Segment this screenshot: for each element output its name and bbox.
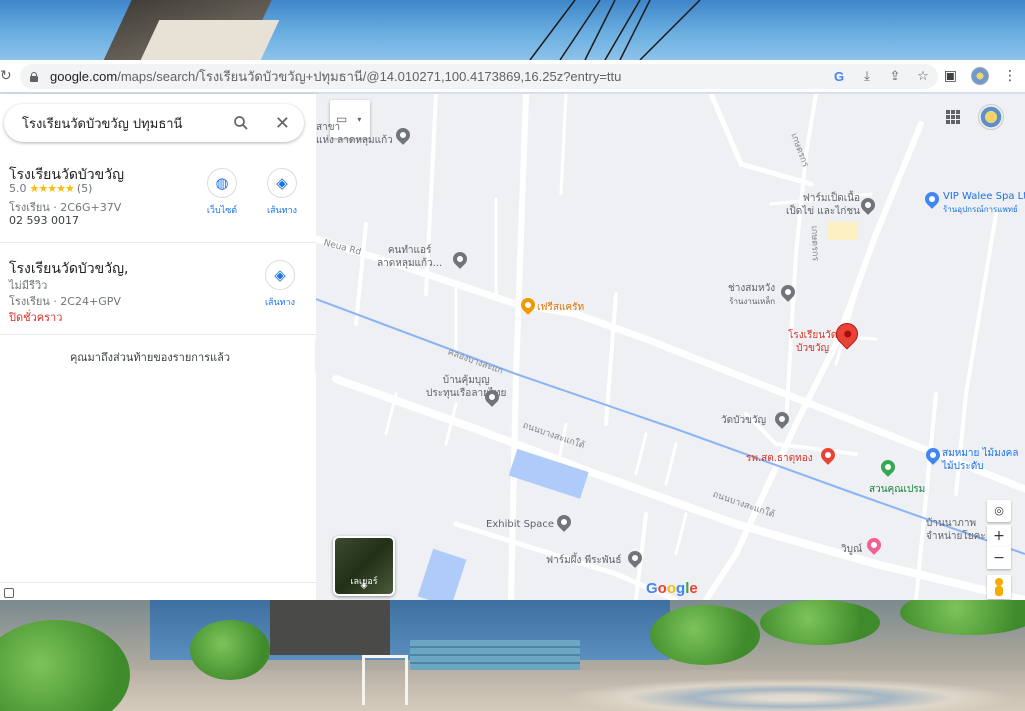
directions-icon[interactable]: ◈ xyxy=(265,260,295,290)
layers-icon: ◈ เลเยอร์ xyxy=(350,577,378,591)
map-label[interactable]: ฟาร์มเป็ดเนื้อ เป็ดไข่ และไก่ชน xyxy=(786,192,860,218)
result-phone: 02 593 0017 xyxy=(9,214,79,227)
google-lens-icon[interactable]: G xyxy=(832,69,846,84)
google-logo: Google xyxy=(646,580,698,597)
checkbox[interactable] xyxy=(4,588,14,598)
map-label[interactable]: Exhibit Space xyxy=(486,518,554,531)
profile-avatar[interactable] xyxy=(971,67,989,85)
address-bar[interactable]: google.com/maps/search/โรงเรียนวัดบัวขวั… xyxy=(20,64,938,89)
map-label[interactable]: VIP Walee Spa Lt ร้านอุปกรณ์การแพทย์ xyxy=(943,190,1025,216)
end-of-list-text: คุณมาถึงส่วนท้ายของรายการแล้ว xyxy=(69,351,231,364)
background-photo-bottom xyxy=(0,600,1025,711)
result-rating: 5.0 ★★★★★ (5) xyxy=(9,182,93,195)
website-icon[interactable]: ◍ xyxy=(207,168,237,198)
my-location-icon[interactable]: ◎ xyxy=(987,500,1011,522)
search-box[interactable]: ✕ xyxy=(4,104,304,142)
map-label[interactable]: คนทำแอร์ ลาดหลุมแก้ว... xyxy=(377,244,442,270)
results-sidebar: ✕ โรงเรียนวัดบัวขวัญ 5.0★★★★★(5) โรงเรีย… xyxy=(0,94,316,600)
map-label[interactable]: วัดบัวขวัญ xyxy=(721,414,766,427)
map-label[interactable]: ฟาร์มผึ้ง พีระพันธ์ xyxy=(546,554,621,567)
reload-icon[interactable]: ↻ xyxy=(0,68,12,84)
map-label-selected[interactable]: โรงเรียนวัด บัวขวัญ xyxy=(788,329,837,355)
map-label[interactable]: วิบูณ์ xyxy=(841,543,862,556)
map-roads xyxy=(316,94,1025,600)
avatar[interactable] xyxy=(978,104,1004,130)
apps-icon[interactable] xyxy=(946,110,960,124)
result-item[interactable]: โรงเรียนวัดบัวขวัญ 5.0 ★★★★★ (5) โรงเรียน … xyxy=(0,150,316,243)
install-icon[interactable]: ⤓ xyxy=(860,69,874,84)
layers-button[interactable]: ◈ เลเยอร์ xyxy=(333,536,395,596)
road-label: เกษตรกร xyxy=(808,225,820,262)
directions-icon[interactable]: ◈ xyxy=(267,168,297,198)
tree-photo xyxy=(760,600,880,645)
star-icon[interactable]: ☆ xyxy=(916,69,930,84)
directions-button[interactable]: ◈ เส้นทาง xyxy=(250,260,310,309)
directions-button[interactable]: ◈ เส้นทาง xyxy=(252,168,312,217)
zoom-out-button[interactable]: − xyxy=(987,547,1011,569)
map-label[interactable]: สาขา แห่ง ลาดหลุมแก้ว xyxy=(316,121,393,147)
floor-painting-photo xyxy=(560,678,1020,711)
search-input[interactable] xyxy=(22,115,222,131)
map-label[interactable]: เฟรีสแครัท xyxy=(537,301,584,314)
sidebar-footer xyxy=(0,582,316,600)
tree-photo xyxy=(190,620,270,680)
map-label[interactable]: บ้านนาภาพ จำหน่ายโยคะ xyxy=(926,517,986,543)
lock-icon[interactable] xyxy=(28,71,40,83)
browser-toolbar: ↻ google.com/maps/search/โรงเรียนวัดบัวข… xyxy=(0,60,1025,93)
pegman-icon[interactable] xyxy=(987,575,1011,599)
status-badge: ปิดชั่วคราว xyxy=(9,311,63,324)
white-stool-photo xyxy=(362,655,408,705)
tree-photo xyxy=(900,600,1025,635)
tree-photo xyxy=(650,605,760,665)
map-label[interactable]: สวนคุณเปรม xyxy=(869,483,925,496)
zoom-in-button[interactable]: + xyxy=(987,525,1011,547)
menu-icon[interactable]: ⋮ xyxy=(1003,68,1017,84)
website-button[interactable]: ◍ เว็บไซต์ xyxy=(192,168,252,217)
map-canvas[interactable]: ▭ ▾ สาขา แห่ง ลาดหลุมแก้ว ฟาร์มเป็ดเนื้อ เป… xyxy=(316,94,1025,600)
search-icon[interactable] xyxy=(232,114,250,132)
map-label[interactable]: สมหมาย ไม้มงคล ไม้ประดับ xyxy=(942,447,1018,473)
sign-wall-photo xyxy=(270,600,390,655)
sidepanel-icon[interactable]: ▣ xyxy=(944,68,957,84)
power-lines xyxy=(529,0,701,60)
result-item[interactable]: โรงเรียนวัดบัวขวัญ, ไม่มีรีวิว โรงเรียน … xyxy=(0,244,316,335)
share-icon[interactable]: ⇪ xyxy=(888,69,902,84)
map-label[interactable]: รพ.สต.ธาตุทอง xyxy=(746,452,813,465)
close-icon[interactable]: ✕ xyxy=(275,113,290,134)
rating-stars: ★★★★★ xyxy=(29,182,75,195)
url-text[interactable]: google.com/maps/search/โรงเรียนวัดบัวขวั… xyxy=(50,66,621,87)
tree-photo xyxy=(0,620,130,711)
map-controls: ◎ + − xyxy=(987,500,1011,599)
map-label[interactable]: ช่างสมหวัง ร้านงานเหล็ก xyxy=(728,282,775,308)
background-photo-top xyxy=(0,0,1025,60)
